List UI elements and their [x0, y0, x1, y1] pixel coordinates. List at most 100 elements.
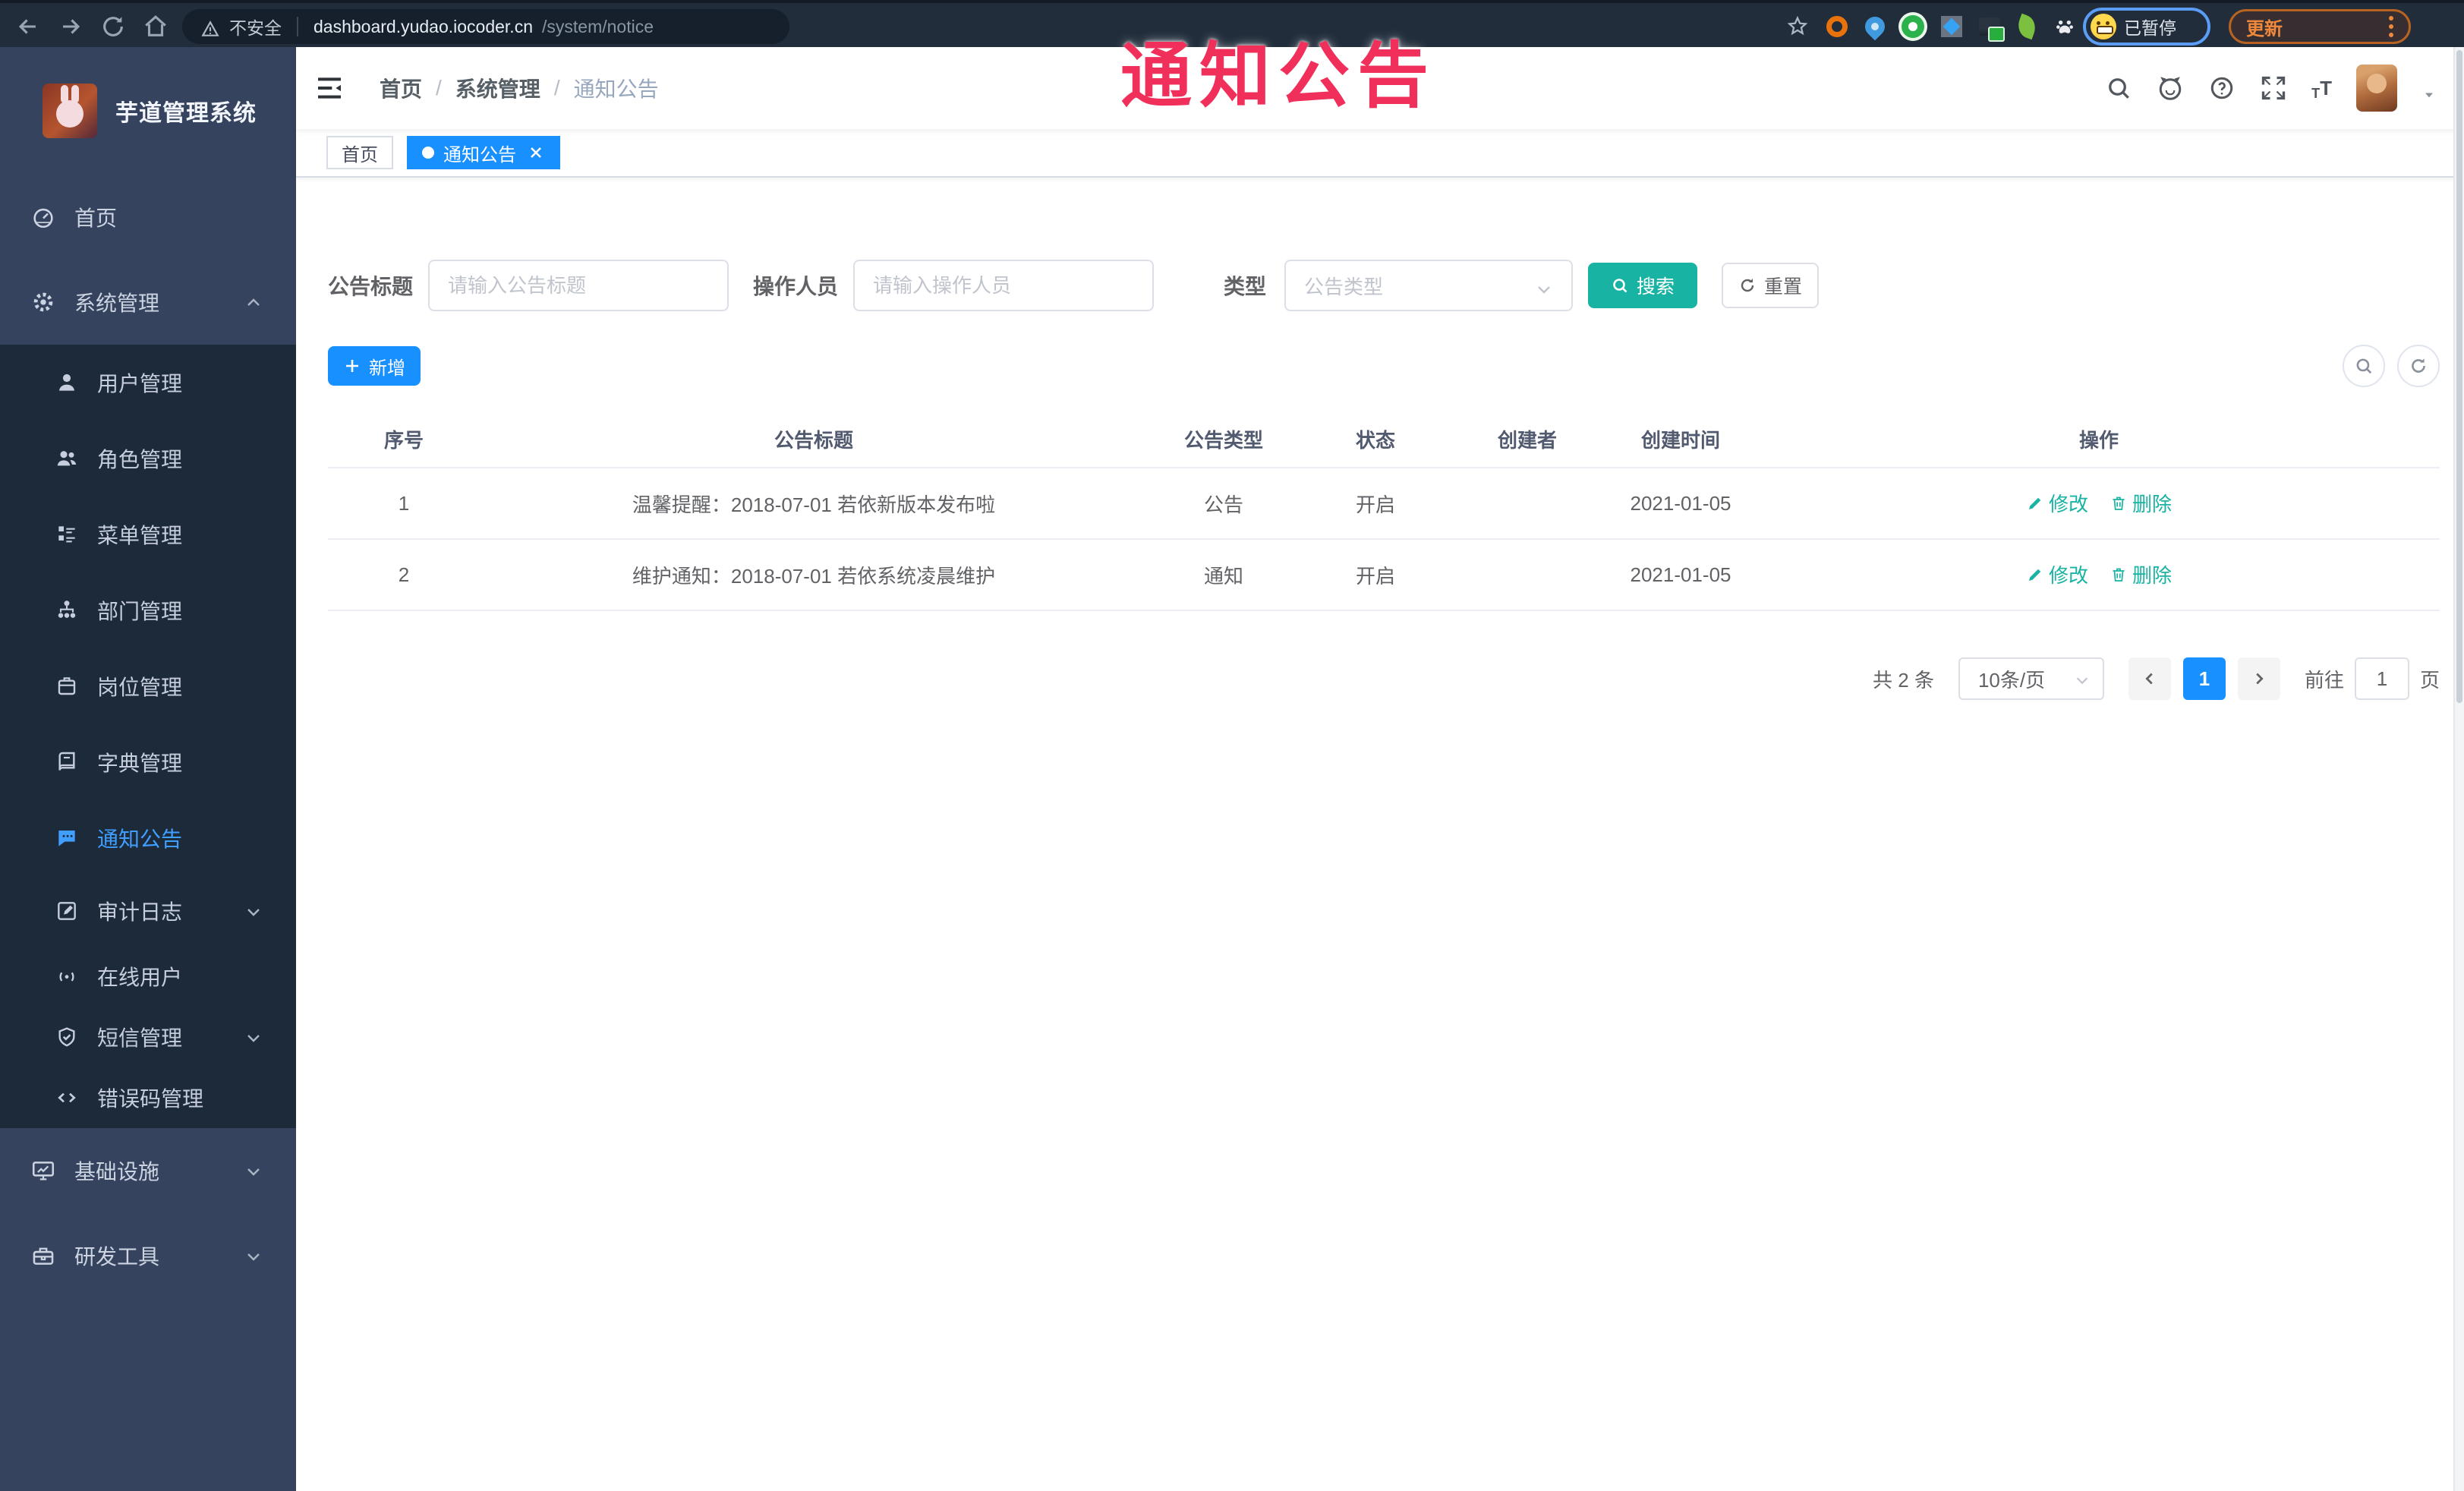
sidebar-item-label: 短信管理 — [97, 1026, 183, 1050]
page-size-value: 10条/页 — [1977, 668, 2046, 692]
sidebar-item-10[interactable]: 审计日志 — [0, 876, 296, 946]
user-menu-caret-icon[interactable] — [2421, 80, 2437, 98]
close-icon[interactable] — [527, 143, 545, 162]
sidebar-item-14[interactable]: 基础设施 — [0, 1128, 296, 1213]
help-icon[interactable] — [2208, 74, 2236, 102]
extension-cluster — [1785, 3, 2077, 50]
sidebar-item-7[interactable]: 岗位管理 — [0, 648, 296, 724]
table-column-header-1: 序号 — [328, 411, 480, 468]
fullscreen-icon[interactable] — [2260, 74, 2287, 102]
avatar[interactable] — [2356, 65, 2397, 112]
reset-button-icon — [1738, 276, 1757, 295]
orange-ring-extension-icon[interactable] — [1826, 16, 1848, 37]
browser-back-icon[interactable] — [15, 14, 41, 39]
current-page-button[interactable]: 1 — [2182, 657, 2226, 700]
filter-operator-input[interactable] — [873, 273, 1135, 298]
sidebar-item-15[interactable]: 研发工具 — [0, 1213, 296, 1298]
green-circle-extension-icon[interactable] — [1901, 15, 1924, 38]
sidebar-item-1[interactable]: 首页 — [0, 175, 296, 260]
sidebar-item-4[interactable]: 角色管理 — [0, 421, 296, 496]
url-path: /system/notice — [542, 16, 654, 36]
proxy-switch-extension-icon[interactable] — [1979, 17, 2006, 42]
add-button[interactable]: 新增 — [328, 346, 421, 386]
browser-toolbar: 不安全 dashboard.yudao.iocoder.cn /system/n… — [0, 0, 2464, 47]
sidebar-item-5[interactable]: 菜单管理 — [0, 496, 296, 572]
browser-update-button[interactable]: 更新 — [2229, 9, 2411, 44]
filter-title-label: 公告标题 — [328, 275, 414, 298]
sidebar-item-label: 用户管理 — [97, 372, 183, 396]
page-content: 公告标题 操作人员 类型 公告类型 搜索 — [296, 225, 2464, 1491]
sidebar-item-label: 在线用户 — [97, 966, 183, 989]
sidebar-item-2[interactable]: 系统管理 — [0, 260, 296, 345]
blue-drop-extension-icon[interactable] — [1861, 12, 1889, 41]
users-icon — [55, 446, 79, 471]
sidebar-item-9[interactable]: 通知公告 — [0, 800, 296, 876]
cell-creator — [1451, 468, 1603, 540]
search-button-label: 搜索 — [1637, 276, 1675, 298]
tab-2[interactable]: 通知公告 — [407, 136, 560, 169]
chevron-down-icon — [244, 1162, 263, 1180]
sidebar-item-label: 部门管理 — [97, 600, 183, 623]
trash-icon — [2110, 566, 2128, 584]
sidebar-item-12[interactable]: 短信管理 — [0, 1007, 296, 1067]
bookmark-star-icon[interactable] — [1785, 14, 1810, 39]
tab-1[interactable]: 首页 — [326, 136, 393, 169]
sidebar-item-label: 系统管理 — [74, 292, 160, 315]
browser-profile-chip[interactable]: 已暂停 — [2083, 8, 2210, 46]
delete-link[interactable]: 删除 — [2110, 489, 2172, 517]
sidebar-item-3[interactable]: 用户管理 — [0, 345, 296, 421]
security-label[interactable]: 不安全 — [229, 14, 282, 39]
reset-button[interactable]: 重置 — [1722, 263, 1820, 308]
browser-home-icon[interactable] — [143, 14, 169, 39]
app-logo[interactable]: 芋道管理系统 — [0, 47, 296, 175]
org-tree-icon — [55, 598, 79, 623]
browser-menu-icon[interactable] — [2389, 16, 2393, 37]
prev-page-button[interactable] — [2128, 657, 2171, 700]
green-leaf-extension-icon[interactable] — [2014, 13, 2039, 40]
breadcrumb-item-2[interactable]: 系统管理 — [455, 73, 540, 103]
sidebar-item-label: 研发工具 — [74, 1245, 160, 1269]
refresh-table-button[interactable] — [2397, 345, 2440, 387]
sidebar-item-8[interactable]: 字典管理 — [0, 724, 296, 800]
sidebar-item-label: 基础设施 — [74, 1160, 160, 1184]
github-icon[interactable] — [2157, 74, 2184, 102]
sidebar-collapse-icon[interactable] — [314, 73, 345, 103]
search-button[interactable]: 搜索 — [1588, 263, 1698, 308]
goto-page-input[interactable] — [2354, 657, 2409, 700]
breadcrumb-item-1[interactable]: 首页 — [380, 73, 422, 103]
toggle-search-button[interactable] — [2343, 345, 2385, 387]
page-scrollbar[interactable] — [2453, 47, 2464, 1491]
page-size-select[interactable]: 10条/页 — [1958, 657, 2104, 700]
scrollbar-thumb[interactable] — [2456, 50, 2462, 703]
edit-doc-icon — [55, 899, 79, 923]
paw-extension-icon[interactable] — [2053, 14, 2077, 39]
browser-forward-icon[interactable] — [58, 14, 83, 39]
active-tab-dot-icon — [422, 147, 434, 159]
user-icon — [55, 370, 79, 395]
page-unit-label: 页 — [2419, 668, 2440, 692]
table-toolbar: 新增 — [328, 345, 2440, 387]
profile-emoji-icon — [2091, 14, 2116, 39]
sidebar-item-6[interactable]: 部门管理 — [0, 572, 296, 648]
browser-reload-icon[interactable] — [100, 14, 126, 39]
chevron-down-icon — [244, 1028, 263, 1046]
delete-link[interactable]: 删除 — [2110, 560, 2172, 588]
sidebar-item-13[interactable]: 错误码管理 — [0, 1067, 296, 1128]
chat-bubble-icon — [55, 826, 79, 850]
cell-created: 2021-01-05 — [1603, 468, 1758, 540]
sidebar-item-label: 字典管理 — [97, 752, 183, 775]
filter-type-select[interactable]: 公告类型 — [1284, 260, 1574, 311]
edit-link[interactable]: 修改 — [2026, 560, 2088, 588]
reset-button-label: 重置 — [1764, 276, 1803, 298]
next-page-button[interactable] — [2237, 657, 2280, 700]
font-size-icon[interactable]: TT — [2311, 74, 2332, 102]
edit-link[interactable]: 修改 — [2026, 489, 2088, 517]
url-bar[interactable]: 不安全 dashboard.yudao.iocoder.cn /system/n… — [182, 9, 789, 44]
gauge-icon — [30, 204, 56, 230]
sidebar-item-11[interactable]: 在线用户 — [0, 946, 296, 1007]
search-icon[interactable] — [2105, 74, 2132, 102]
blue-diamond-extension-icon[interactable] — [1941, 16, 1963, 37]
trash-icon — [2110, 494, 2128, 512]
filter-title-input[interactable] — [448, 273, 710, 298]
goto-label: 前往 — [2304, 668, 2344, 692]
